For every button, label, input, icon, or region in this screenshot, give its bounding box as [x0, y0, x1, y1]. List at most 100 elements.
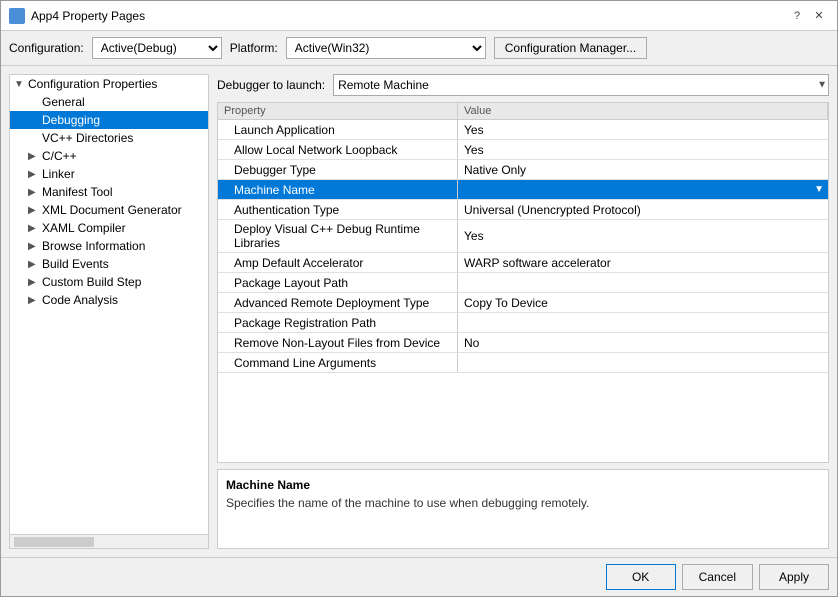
- debugger-select-wrap: Remote Machine ▼: [333, 74, 829, 96]
- table-row[interactable]: Remove Non-Layout Files from DeviceNo: [218, 333, 828, 353]
- sidebar-item-general[interactable]: General: [10, 93, 208, 111]
- tree-arrow-icon: ▶: [28, 223, 38, 234]
- debugger-row: Debugger to launch: Remote Machine ▼: [217, 74, 829, 96]
- info-panel-title: Machine Name: [226, 478, 820, 492]
- sidebar-item-vc-dirs[interactable]: VC++ Directories: [10, 129, 208, 147]
- prop-value-cell: Universal (Unencrypted Protocol): [458, 200, 828, 219]
- sidebar-item-label: C/C++: [42, 149, 77, 163]
- prop-name-cell: Package Registration Path: [218, 313, 458, 332]
- table-row[interactable]: Debugger TypeNative Only: [218, 160, 828, 180]
- sidebar-item-xaml-compiler[interactable]: ▶ XAML Compiler: [10, 219, 208, 237]
- config-bar: Configuration: Active(Debug) Platform: A…: [1, 31, 837, 66]
- debugger-select[interactable]: Remote Machine: [333, 74, 829, 96]
- scrollbar-thumb[interactable]: [14, 537, 94, 547]
- sidebar-item-debugging[interactable]: Debugging: [10, 111, 208, 129]
- debugger-label: Debugger to launch:: [217, 78, 325, 92]
- props-table-header: PropertyValue: [218, 103, 828, 120]
- tree-arrow-icon: ▶: [28, 205, 38, 216]
- title-controls: ? ✕: [787, 7, 829, 25]
- cancel-button[interactable]: Cancel: [682, 564, 753, 590]
- prop-value-cell: [458, 273, 828, 292]
- sidebar-item-label: XML Document Generator: [42, 203, 182, 217]
- sidebar-item-label: Manifest Tool: [42, 185, 112, 199]
- tree-arrow-icon: ▶: [28, 151, 38, 162]
- sidebar-item-label: Debugging: [42, 113, 100, 127]
- table-row[interactable]: Advanced Remote Deployment TypeCopy To D…: [218, 293, 828, 313]
- sidebar-horizontal-scrollbar[interactable]: [9, 535, 209, 549]
- sidebar-item-custom-build[interactable]: ▶Custom Build Step: [10, 273, 208, 291]
- sidebar-item-label: Custom Build Step: [42, 275, 141, 289]
- sidebar-item-manifest-tool[interactable]: ▶ Manifest Tool: [10, 183, 208, 201]
- tree-arrow-icon: ▶: [28, 241, 38, 252]
- prop-name-cell: Machine Name: [218, 180, 458, 199]
- title-bar-left: App4 Property Pages: [9, 8, 145, 24]
- sidebar-tree: ▼ Configuration Properties General Debuggin…: [9, 74, 209, 535]
- sidebar-item-build-events[interactable]: ▶Build Events: [10, 255, 208, 273]
- table-row[interactable]: Amp Default AcceleratorWARP software acc…: [218, 253, 828, 273]
- configuration-manager-button[interactable]: Configuration Manager...: [494, 37, 647, 59]
- tree-arrow-icon: ▶: [28, 169, 38, 180]
- prop-value-cell: Copy To Device: [458, 293, 828, 312]
- platform-label: Platform:: [230, 41, 278, 55]
- tree-arrow-icon: ▶: [28, 259, 38, 270]
- prop-name-cell: Remove Non-Layout Files from Device: [218, 333, 458, 352]
- sidebar-item-label: Code Analysis: [42, 293, 118, 307]
- table-row[interactable]: Allow Local Network LoopbackYes: [218, 140, 828, 160]
- sidebar-item-label: XAML Compiler: [42, 221, 126, 235]
- help-button[interactable]: ?: [787, 7, 807, 25]
- sidebar-item-config-props[interactable]: ▼ Configuration Properties: [10, 75, 208, 93]
- ok-button[interactable]: OK: [606, 564, 676, 590]
- dialog-title: App4 Property Pages: [31, 9, 145, 23]
- tree-arrow-icon: ▶: [28, 187, 38, 198]
- configuration-select[interactable]: Active(Debug): [92, 37, 222, 59]
- sidebar-item-xml-doc-gen[interactable]: ▶ XML Document Generator: [10, 201, 208, 219]
- bottom-bar: OK Cancel Apply: [1, 557, 837, 596]
- prop-value-cell: Yes: [458, 220, 828, 252]
- tree-arrow-icon: ▼: [14, 79, 24, 90]
- prop-value-cell: No: [458, 333, 828, 352]
- sidebar-item-linker[interactable]: ▶Linker: [10, 165, 208, 183]
- properties-table: PropertyValueLaunch ApplicationYesAllow …: [217, 102, 829, 463]
- info-panel: Machine Name Specifies the name of the m…: [217, 469, 829, 549]
- sidebar-item-label: Browse Information: [42, 239, 145, 253]
- prop-value-cell: Yes: [458, 140, 828, 159]
- prop-name-cell: Advanced Remote Deployment Type: [218, 293, 458, 312]
- prop-name-cell: Launch Application: [218, 120, 458, 139]
- prop-name-cell: Deploy Visual C++ Debug Runtime Librarie…: [218, 220, 458, 252]
- table-row[interactable]: Package Layout Path: [218, 273, 828, 293]
- props-header-cell-0: Property: [218, 103, 458, 119]
- prop-name-cell: Debugger Type: [218, 160, 458, 179]
- prop-name-cell: Allow Local Network Loopback: [218, 140, 458, 159]
- sidebar-area: ▼ Configuration Properties General Debuggin…: [9, 74, 209, 549]
- prop-name-cell: Package Layout Path: [218, 273, 458, 292]
- table-row[interactable]: Command Line Arguments: [218, 353, 828, 373]
- prop-value-cell: WARP software accelerator: [458, 253, 828, 272]
- tree-arrow-icon: ▶: [28, 295, 38, 306]
- prop-name-cell: Amp Default Accelerator: [218, 253, 458, 272]
- app-icon: [9, 8, 25, 24]
- apply-button[interactable]: Apply: [759, 564, 829, 590]
- sidebar-item-label: Configuration Properties: [28, 77, 157, 91]
- close-button[interactable]: ✕: [809, 7, 829, 25]
- main-content: ▼ Configuration Properties General Debuggin…: [1, 66, 837, 557]
- sidebar-item-label: General: [42, 95, 85, 109]
- sidebar-item-code-analysis[interactable]: ▶ Code Analysis: [10, 291, 208, 309]
- sidebar-item-label: VC++ Directories: [42, 131, 133, 145]
- platform-select[interactable]: Active(Win32): [286, 37, 486, 59]
- info-panel-description: Specifies the name of the machine to use…: [226, 496, 820, 510]
- table-row[interactable]: Package Registration Path: [218, 313, 828, 333]
- prop-value-cell: Native Only: [458, 160, 828, 179]
- sidebar-item-browse-info[interactable]: ▶ Browse Information: [10, 237, 208, 255]
- prop-value-cell[interactable]: [458, 180, 828, 199]
- right-panel: Debugger to launch: Remote Machine ▼ Pro…: [217, 74, 829, 549]
- property-pages-dialog: App4 Property Pages ? ✕ Configuration: A…: [0, 0, 838, 597]
- prop-name-cell: Authentication Type: [218, 200, 458, 219]
- table-row[interactable]: Machine Name: [218, 180, 828, 200]
- table-row[interactable]: Authentication TypeUniversal (Unencrypte…: [218, 200, 828, 220]
- prop-name-cell: Command Line Arguments: [218, 353, 458, 372]
- title-bar: App4 Property Pages ? ✕: [1, 1, 837, 31]
- sidebar-item-c-cpp[interactable]: ▶ C/C++: [10, 147, 208, 165]
- prop-value-cell: [458, 353, 828, 372]
- table-row[interactable]: Deploy Visual C++ Debug Runtime Librarie…: [218, 220, 828, 253]
- table-row[interactable]: Launch ApplicationYes: [218, 120, 828, 140]
